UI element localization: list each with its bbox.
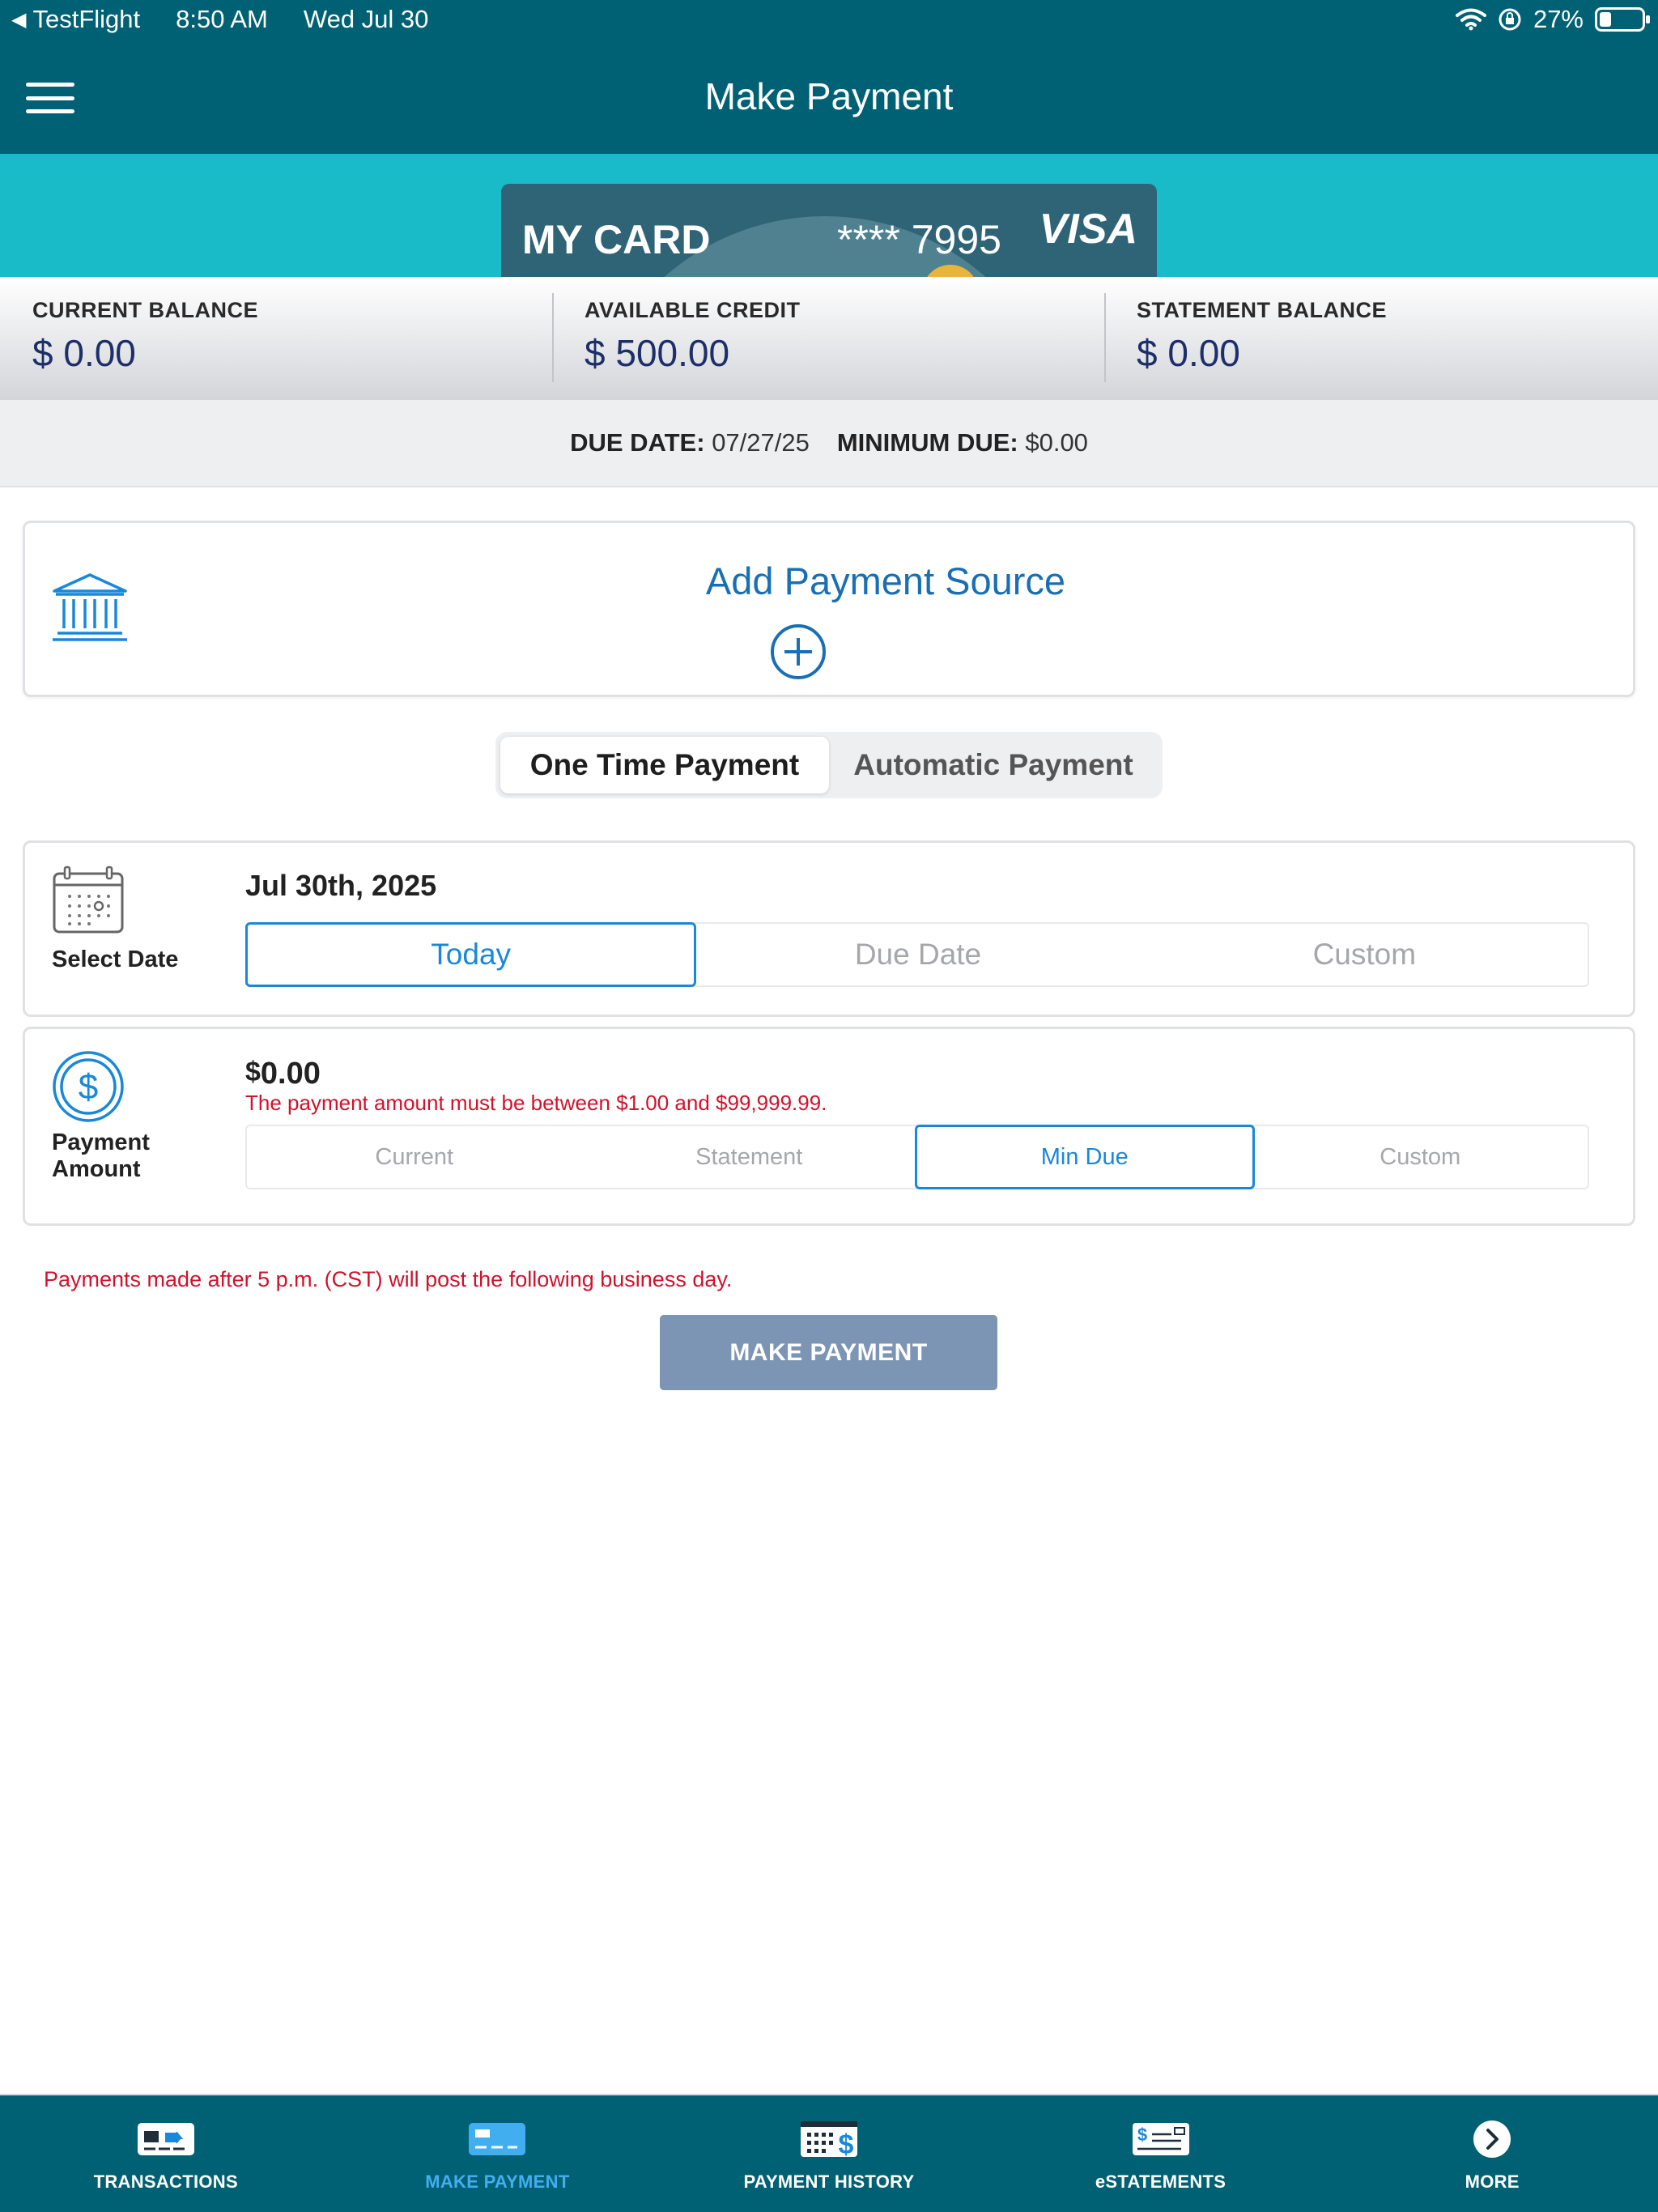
card-band: MY CARD **** 7995 VISA (0, 154, 1658, 277)
amount-option-min-due[interactable]: Min Due (915, 1125, 1255, 1189)
balance-label: CURRENT BALANCE (32, 298, 258, 322)
status-time: 8:50 AM (176, 5, 268, 33)
select-date-label: Select Date (52, 946, 179, 972)
tab-label: MAKE PAYMENT (425, 2172, 570, 2192)
balance-label: STATEMENT BALANCE (1137, 298, 1387, 322)
due-date-label: DUE DATE: (570, 428, 705, 457)
amount-option-current[interactable]: Current (247, 1126, 582, 1188)
bottom-tab-bar: TRANSACTIONS MAKE PAYMENT $ PAYMENT HIST… (0, 2094, 1658, 2212)
amount-error-message: The payment amount must be between $1.00… (245, 1091, 827, 1115)
status-date: Wed Jul 30 (303, 5, 429, 33)
available-credit: AVAILABLE CREDIT $ 500.00 (552, 277, 1104, 400)
amount-option-statement[interactable]: Statement (582, 1126, 917, 1188)
balance-summary: CURRENT BALANCE $ 0.00 AVAILABLE CREDIT … (0, 277, 1658, 400)
cutoff-notice: Payments made after 5 p.m. (CST) will po… (44, 1267, 733, 1291)
date-option-custom[interactable]: Custom (1141, 924, 1588, 985)
status-bar: ◀ TestFlight 8:50 AM Wed Jul 30 27% (0, 0, 1658, 42)
balance-label: AVAILABLE CREDIT (585, 298, 801, 322)
balance-value: $ 0.00 (1137, 332, 1240, 374)
tab-label: PAYMENT HISTORY (743, 2172, 915, 2192)
back-arrow-icon[interactable]: ◀ (11, 8, 26, 32)
wifi-icon (1455, 8, 1486, 31)
tab-label: TRANSACTIONS (93, 2172, 238, 2192)
estatements-icon: $ (1132, 2123, 1189, 2155)
payment-amount-value[interactable]: $0.00 (245, 1057, 321, 1091)
make-payment-button[interactable]: MAKE PAYMENT (660, 1315, 997, 1390)
credit-card-image[interactable]: MY CARD **** 7995 VISA (501, 184, 1157, 277)
selected-date-value: Jul 30th, 2025 (245, 869, 437, 902)
date-option-due-date[interactable]: Due Date (695, 924, 1141, 985)
battery-icon (1595, 7, 1650, 32)
due-info-row: DUE DATE: 07/27/25 MINIMUM DUE: $0.00 (0, 400, 1658, 487)
app-header: Make Payment (0, 42, 1658, 154)
select-date-panel: Select Date Jul 30th, 2025 Today Due Dat… (23, 840, 1635, 1017)
tab-label: eSTATEMENTS (1095, 2172, 1226, 2192)
card-brand-logo: VISA (1039, 206, 1137, 253)
svg-text:$: $ (1137, 2125, 1146, 2145)
tab-one-time-payment[interactable]: One Time Payment (500, 737, 829, 793)
balance-value: $ 0.00 (32, 332, 136, 374)
payment-amount-label: Payment Amount (52, 1129, 150, 1183)
battery-percent: 27% (1533, 5, 1584, 33)
tab-automatic-payment[interactable]: Automatic Payment (829, 737, 1158, 793)
card-name: MY CARD (522, 217, 711, 262)
current-balance: CURRENT BALANCE $ 0.00 (0, 277, 552, 400)
date-options: Today Due Date Custom (245, 922, 1589, 987)
due-date-info: DUE DATE: 07/27/25 (570, 428, 810, 457)
tab-payment-history[interactable]: $ PAYMENT HISTORY (663, 2095, 995, 2212)
card-number: **** 7995 (837, 217, 1001, 262)
page-title: Make Payment (704, 75, 954, 117)
tab-label: MORE (1465, 2172, 1520, 2192)
add-payment-source-card[interactable]: Add Payment Source (23, 521, 1635, 697)
minimum-due-label: MINIMUM DUE: (836, 428, 1018, 457)
date-option-today[interactable]: Today (245, 922, 697, 987)
calendar-icon (53, 866, 124, 934)
payment-history-icon: $ (800, 2121, 857, 2160)
due-date-value: 07/27/25 (712, 428, 810, 457)
add-payment-source-title[interactable]: Add Payment Source (25, 559, 1633, 603)
balance-value: $ 500.00 (585, 332, 730, 374)
svg-text:$: $ (79, 1067, 98, 1107)
minimum-due-value: $0.00 (1025, 428, 1088, 457)
statement-balance: STATEMENT BALANCE $ 0.00 (1104, 277, 1656, 400)
minimum-due-info: MINIMUM DUE: $0.00 (837, 428, 1088, 457)
tab-make-payment[interactable]: MAKE PAYMENT (332, 2095, 664, 2212)
tab-estatements[interactable]: $ eSTATEMENTS (995, 2095, 1327, 2212)
tab-more[interactable]: MORE (1326, 2095, 1658, 2212)
payment-amount-panel: $ Payment Amount $0.00 The payment amoun… (23, 1027, 1635, 1226)
payment-type-toggle: One Time Payment Automatic Payment (495, 732, 1163, 798)
transactions-icon (137, 2123, 194, 2155)
make-payment-icon (469, 2123, 526, 2155)
tab-transactions[interactable]: TRANSACTIONS (0, 2095, 332, 2212)
amount-options: Current Statement Min Due Custom (245, 1125, 1589, 1189)
add-circle-icon[interactable] (771, 624, 826, 679)
more-icon (1473, 2121, 1511, 2158)
rotation-lock-icon (1499, 8, 1521, 31)
back-app-label[interactable]: TestFlight (32, 5, 140, 34)
amount-option-custom[interactable]: Custom (1253, 1126, 1588, 1188)
dollar-circle-icon: $ (53, 1051, 124, 1122)
svg-text:$: $ (839, 2129, 854, 2160)
